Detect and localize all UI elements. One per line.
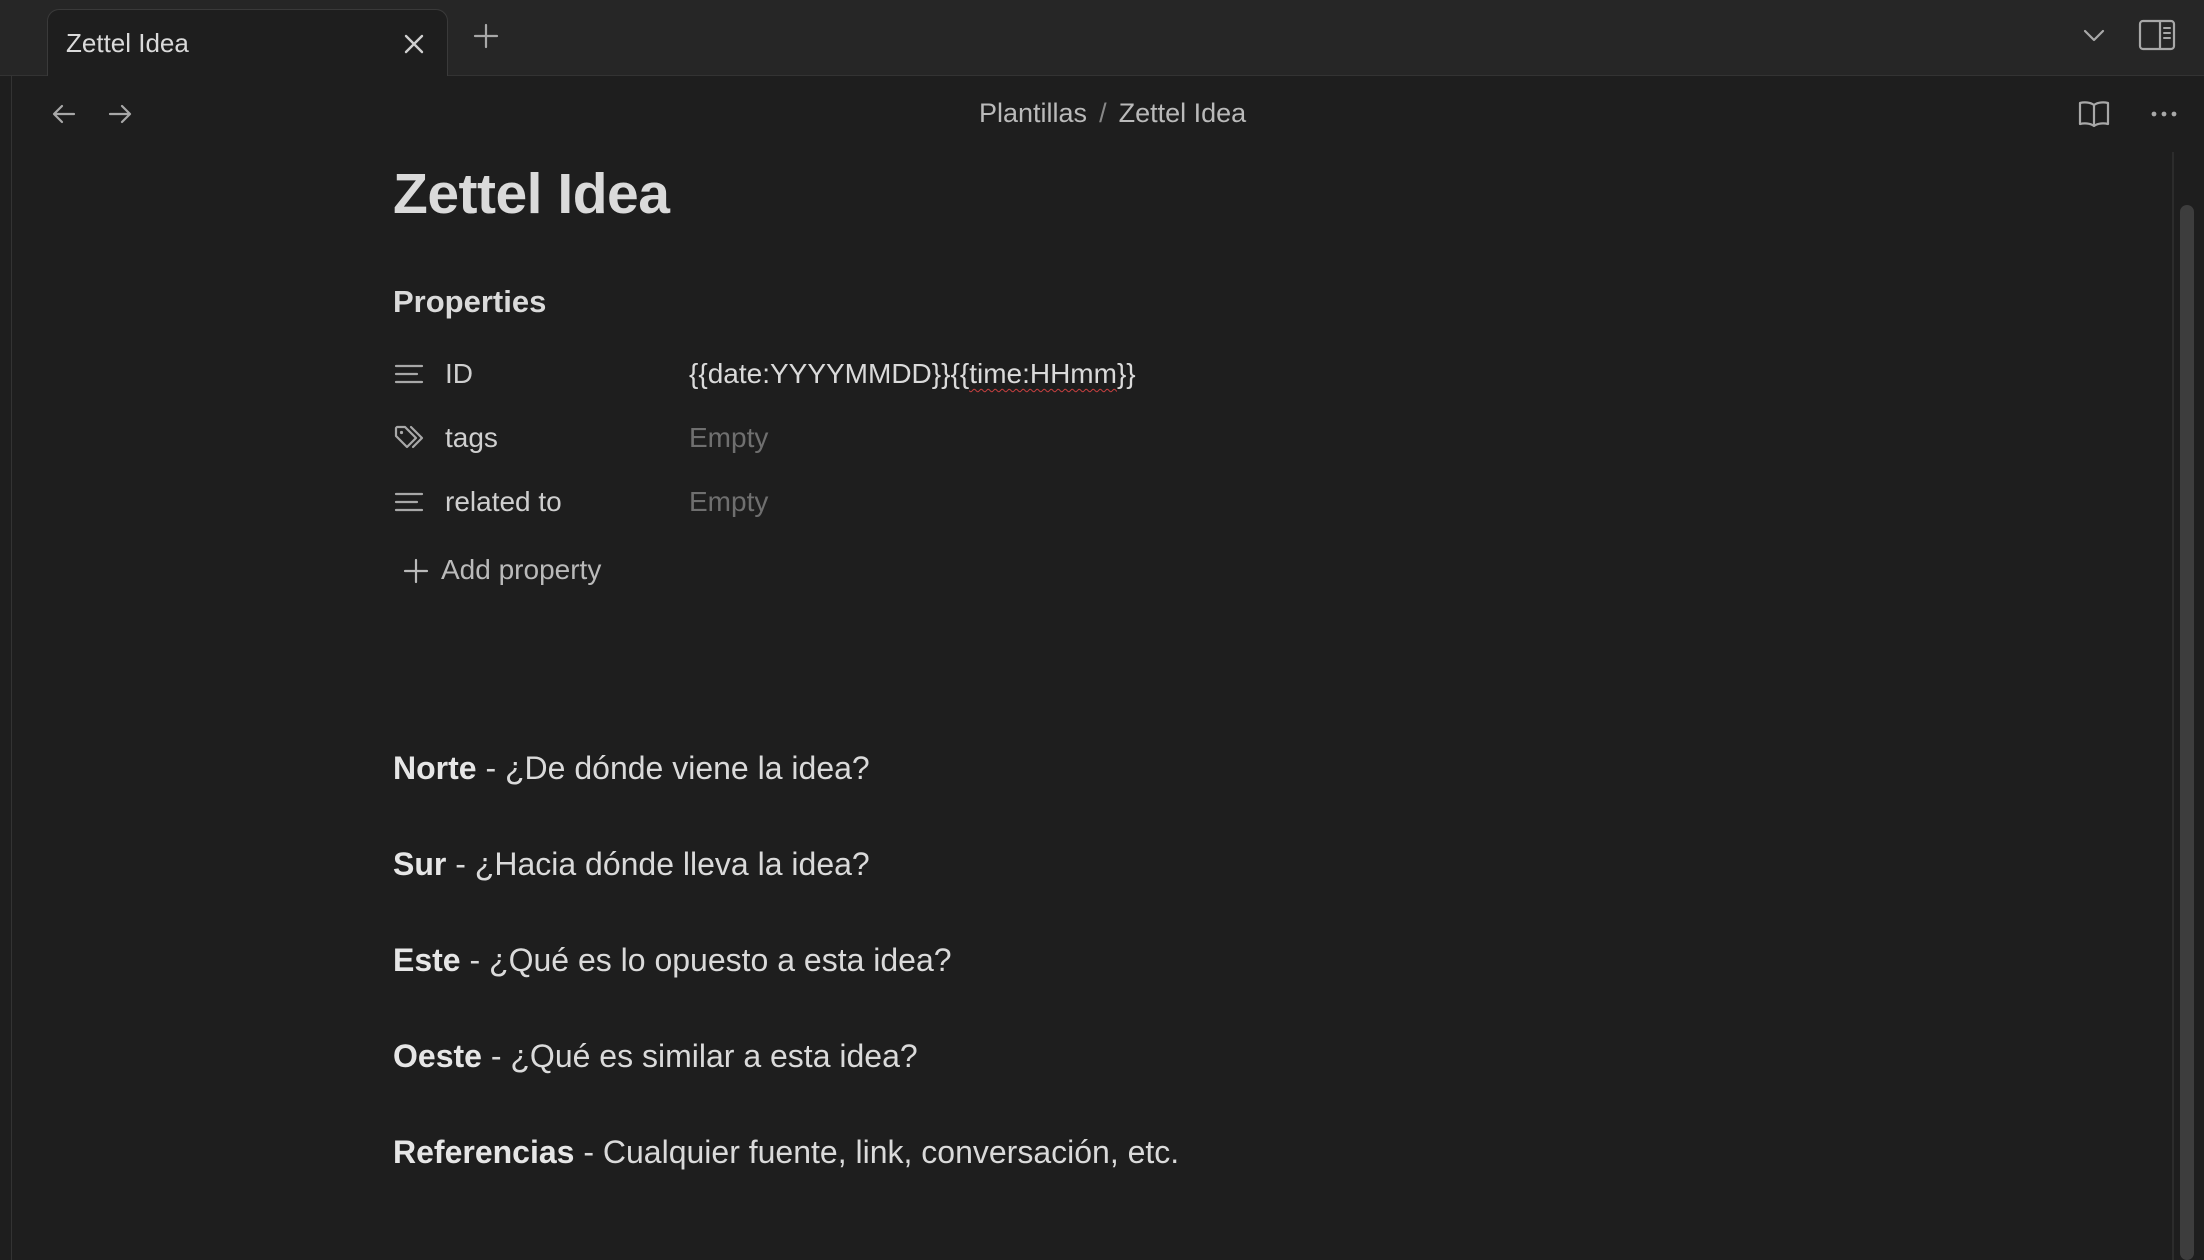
paragraph-text: - ¿De dónde viene la idea?: [476, 750, 870, 786]
body-paragraph[interactable]: Sur - ¿Hacia dónde lleva la idea?: [393, 846, 870, 883]
property-row-id[interactable]: ID {{date:YYYYMMDD}}{{time:HHmm}}: [393, 350, 1593, 400]
property-row-related-to[interactable]: related to Empty: [393, 478, 1593, 528]
property-value-text: {{date:YYYYMMDD}}{{: [689, 358, 970, 389]
text-lines-icon[interactable]: [393, 486, 425, 518]
tab-zettel-idea[interactable]: Zettel Idea: [47, 9, 448, 76]
plus-icon: [401, 556, 431, 586]
paragraph-text: - ¿Hacia dónde lleva la idea?: [446, 846, 870, 882]
text-lines-icon[interactable]: [393, 358, 425, 390]
bold-term: Referencias: [393, 1134, 575, 1170]
scrollbar-thumb[interactable]: [2180, 205, 2194, 1260]
body-paragraph[interactable]: Referencias - Cualquier fuente, link, co…: [393, 1134, 1179, 1171]
breadcrumb-separator: /: [1099, 98, 1107, 128]
new-tab-plus-icon[interactable]: [470, 20, 502, 52]
properties-heading[interactable]: Properties: [393, 284, 546, 320]
tags-icon[interactable]: [393, 422, 425, 454]
property-value[interactable]: {{date:YYYYMMDD}}{{time:HHmm}}: [689, 358, 1136, 390]
body-paragraph[interactable]: Este - ¿Qué es lo opuesto a esta idea?: [393, 942, 952, 979]
scrollbar-track: [2172, 152, 2174, 1260]
arrow-right-icon[interactable]: [104, 98, 136, 130]
property-value-empty[interactable]: Empty: [689, 422, 768, 454]
paragraph-text: - Cualquier fuente, link, conversación, …: [574, 1134, 1180, 1170]
paragraph-text: - ¿Qué es lo opuesto a esta idea?: [460, 942, 952, 978]
breadcrumb: Plantillas / Zettel Idea: [979, 98, 1246, 129]
property-key[interactable]: tags: [445, 422, 498, 454]
body-paragraph[interactable]: Norte - ¿De dónde viene la idea?: [393, 750, 870, 787]
bold-term: Oeste: [393, 1038, 482, 1074]
bold-term: Norte: [393, 750, 477, 786]
paragraph-text: - ¿Qué es similar a esta idea?: [481, 1038, 918, 1074]
breadcrumb-file[interactable]: Zettel Idea: [1119, 98, 1247, 128]
property-value-empty[interactable]: Empty: [689, 486, 768, 518]
close-icon[interactable]: [400, 30, 428, 58]
bold-term: Sur: [393, 846, 447, 882]
book-open-icon[interactable]: [2076, 96, 2112, 132]
tab-bar: Zettel Idea: [0, 0, 2204, 76]
right-sidebar-toggle-icon[interactable]: [2138, 18, 2176, 54]
property-value-text-end: }}: [1116, 358, 1136, 389]
chevron-down-icon[interactable]: [2080, 22, 2108, 50]
inline-title[interactable]: Zettel Idea: [393, 161, 670, 227]
misspelled-text: time:HHmm: [969, 358, 1117, 389]
add-property-label: Add property: [441, 554, 602, 585]
arrow-left-icon[interactable]: [48, 98, 80, 130]
property-key[interactable]: ID: [445, 358, 473, 390]
body-paragraph[interactable]: Oeste - ¿Qué es similar a esta idea?: [393, 1038, 918, 1075]
property-key[interactable]: related to: [445, 486, 562, 518]
bold-term: Este: [393, 942, 461, 978]
breadcrumb-folder[interactable]: Plantillas: [979, 98, 1087, 128]
view-header: Plantillas / Zettel Idea: [12, 76, 2192, 152]
tab-title: Zettel Idea: [66, 28, 189, 58]
obsidian-window: Zettel Idea Plantillas / Zettel Idea Zet…: [0, 0, 2204, 1260]
property-row-tags[interactable]: tags Empty: [393, 414, 1593, 464]
pane-divider: [11, 75, 12, 1260]
more-horizontal-icon[interactable]: [2146, 96, 2182, 132]
